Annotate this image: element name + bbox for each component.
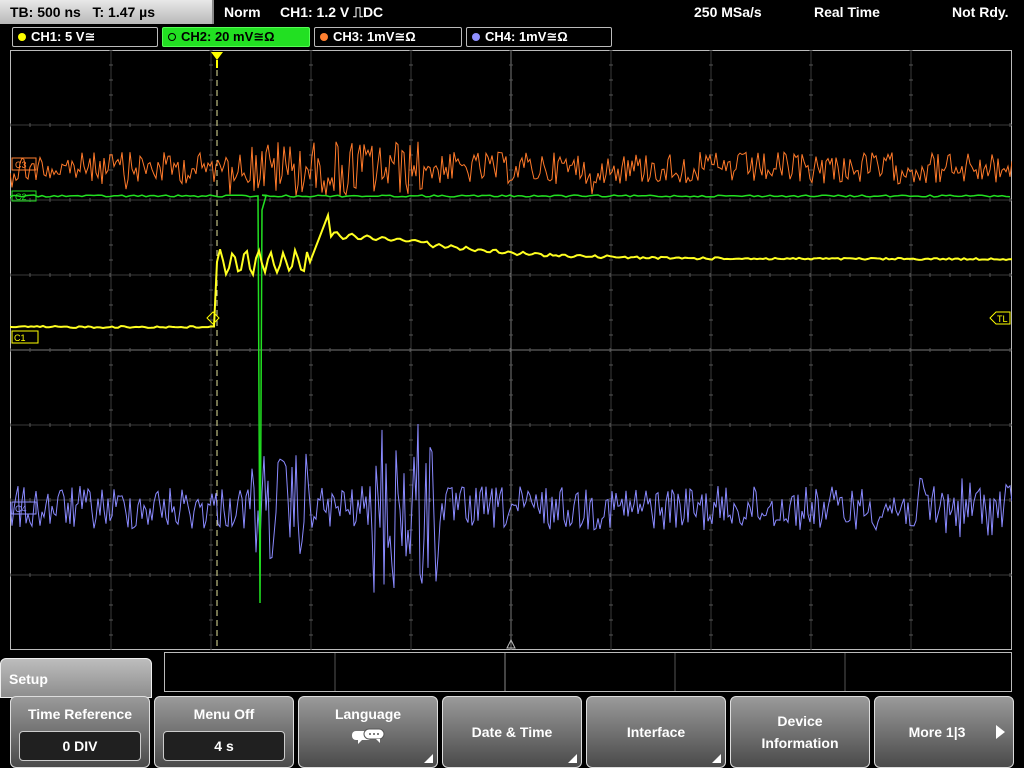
svg-text:C4: C4 xyxy=(15,504,27,514)
date-time-label: Date & Time xyxy=(471,724,553,740)
submenu-indicator-icon xyxy=(568,754,577,763)
ch1-label-text: CH1: 5 V≅ xyxy=(31,29,96,44)
submenu-indicator-icon xyxy=(712,754,721,763)
menu-title: Setup xyxy=(0,658,152,698)
info-strip-dividers xyxy=(334,653,846,691)
channel-ch4-label[interactable]: CH4: 1mV≅Ω xyxy=(466,27,612,47)
svg-text:TL: TL xyxy=(997,314,1008,324)
more-label: More 1|3 xyxy=(908,724,966,740)
ch4-label-text: CH4: 1mV≅Ω xyxy=(485,29,568,44)
language-softkey[interactable]: Language xyxy=(298,696,438,768)
trigger-position-value: T: 1.47 µs xyxy=(92,4,156,20)
device-information-softkey[interactable]: Device Information xyxy=(730,696,870,768)
channel-ch2-label[interactable]: CH2: 20 mV≅Ω xyxy=(162,27,310,47)
ch1-color-dot xyxy=(18,33,26,41)
acquisition-mode: Real Time xyxy=(814,4,880,20)
trigger-status: Not Rdy. xyxy=(952,4,1009,20)
ch2-waveform xyxy=(10,194,1011,604)
ch3-color-dot xyxy=(320,33,328,41)
interface-softkey[interactable]: Interface xyxy=(586,696,726,768)
device-information-label-line1: Device xyxy=(777,713,823,729)
sample-rate: 250 MSa/s xyxy=(694,4,762,20)
next-page-arrow-icon xyxy=(996,725,1005,739)
interface-label: Interface xyxy=(626,724,686,740)
ch4-offset-marker[interactable]: C4 xyxy=(11,501,37,515)
time-reference-value: 0 DIV xyxy=(19,731,141,761)
ch1-offset-marker[interactable]: C1 xyxy=(11,330,39,344)
date-time-softkey[interactable]: Date & Time xyxy=(442,696,582,768)
softkey-menu: Setup Time Reference 0 DIV Menu Off 4 s … xyxy=(0,652,1024,768)
menu-info-strip xyxy=(164,652,1012,692)
language-label: Language xyxy=(334,706,402,722)
trigger-info[interactable]: CH1: 1.2 V ⎍DC xyxy=(280,0,383,24)
waveform-canvas[interactable]: T C3 C2 C1 C4 TL xyxy=(10,50,1012,650)
time-reference-label: Time Reference xyxy=(27,706,132,722)
channel-ch1-label[interactable]: CH1: 5 V≅ xyxy=(12,27,158,47)
channel-ch3-label[interactable]: CH3: 1mV≅Ω xyxy=(314,27,462,47)
trigger-mode[interactable]: Norm xyxy=(224,0,261,24)
ch2-color-dot xyxy=(168,33,176,41)
waveform-display[interactable]: T C3 C2 C1 C4 TL xyxy=(10,50,1012,650)
channel-bar: CH1: 5 V≅ CH2: 20 mV≅Ω CH3: 1mV≅Ω CH4: 1… xyxy=(0,26,1024,48)
more-softkey[interactable]: More 1|3 xyxy=(874,696,1014,768)
ch2-label-text: CH2: 20 mV≅Ω xyxy=(181,29,275,44)
menu-off-softkey[interactable]: Menu Off 4 s xyxy=(154,696,294,768)
graticule xyxy=(10,50,1012,650)
trigger-time-marker[interactable]: T xyxy=(211,52,223,68)
trigger-level-marker[interactable]: TL xyxy=(989,311,1011,325)
time-reference-softkey[interactable]: Time Reference 0 DIV xyxy=(10,696,150,768)
menu-off-value: 4 s xyxy=(163,731,285,761)
timebase-value: TB: 500 ns xyxy=(10,4,81,20)
svg-text:C2: C2 xyxy=(15,192,27,202)
ch4-color-dot xyxy=(472,33,480,41)
menu-off-label: Menu Off xyxy=(193,706,255,722)
submenu-indicator-icon xyxy=(424,754,433,763)
timebase-box[interactable]: TB: 500 ns T: 1.47 µs xyxy=(0,0,214,24)
svg-text:C1: C1 xyxy=(14,333,26,343)
ch3-label-text: CH3: 1mV≅Ω xyxy=(333,29,416,44)
svg-text:C3: C3 xyxy=(15,160,27,170)
status-bar: TB: 500 ns T: 1.47 µs Norm CH1: 1.2 V ⎍D… xyxy=(0,0,1024,24)
device-information-label-line2: Information xyxy=(761,735,839,751)
speech-bubble-icon xyxy=(348,727,388,750)
